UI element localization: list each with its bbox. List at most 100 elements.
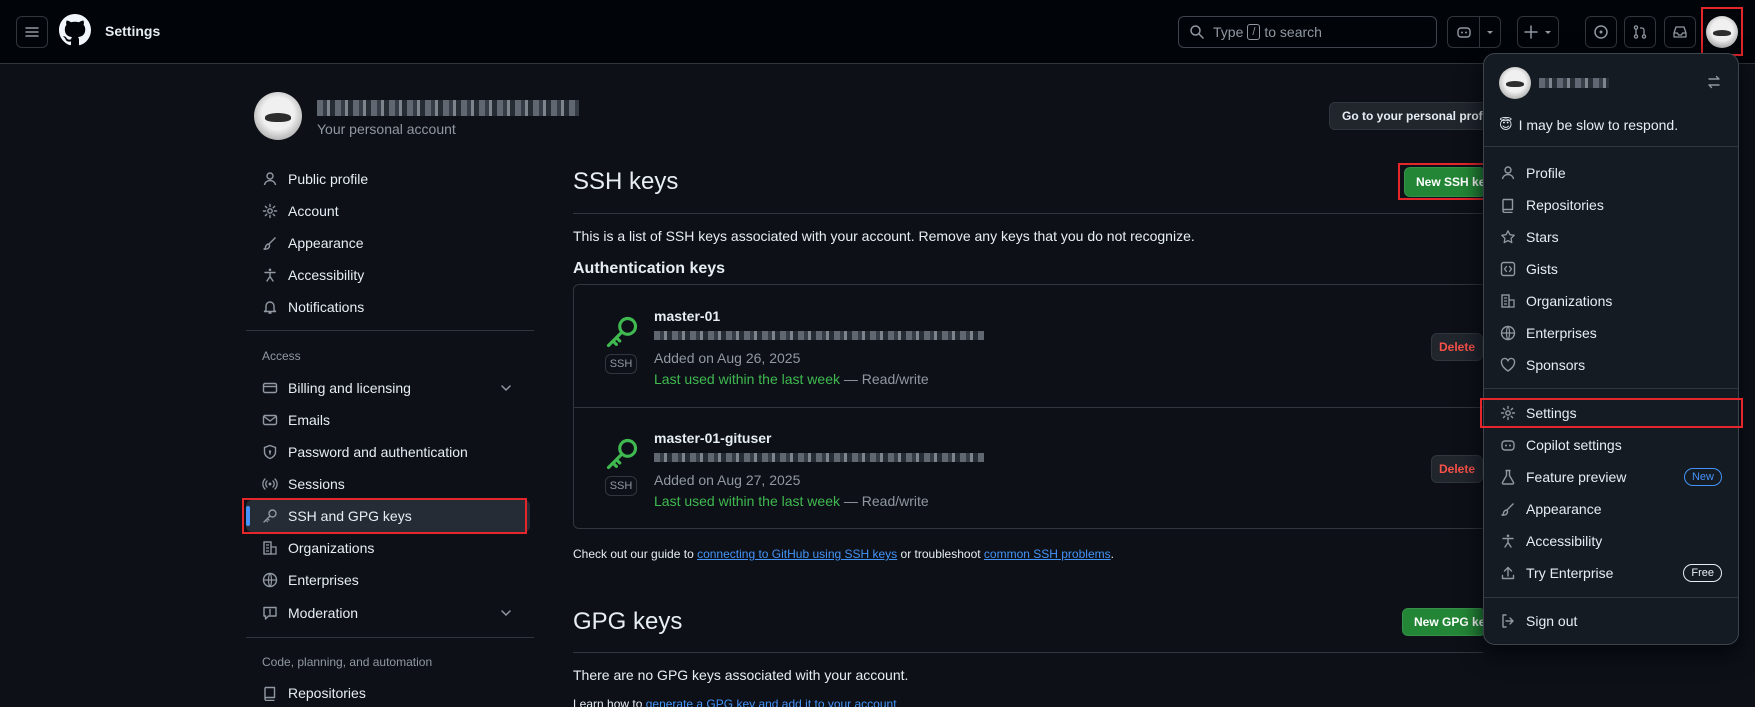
menu-item-label: Try Enterprise	[1526, 565, 1614, 581]
access-level-text: — Read/write	[840, 371, 929, 387]
arrow-switch-icon	[1708, 75, 1720, 89]
ssh-key-added-date: Added on Aug 26, 2025	[654, 350, 801, 366]
sidebar-item-account[interactable]: Account	[246, 195, 530, 227]
menu-item-profile[interactable]: Profile	[1492, 157, 1730, 189]
code-square-icon	[1500, 261, 1516, 277]
key-icon	[263, 509, 277, 523]
ssh-key-name: master-01-gituser	[654, 430, 772, 446]
user-status[interactable]: 😇 I may be slow to respond.	[1499, 117, 1678, 133]
upload-icon	[1501, 566, 1515, 580]
access-level-text: — Read/write	[840, 493, 929, 509]
sidebar-item-billing-and-licensing[interactable]: Billing and licensing	[246, 372, 530, 404]
menu-item-settings[interactable]: Settings	[1492, 397, 1730, 429]
menu-item-enterprises[interactable]: Enterprises	[1492, 317, 1730, 349]
menu-item-try-enterprise[interactable]: Try Enterprise Free	[1492, 557, 1730, 589]
sidebar-item-moderation[interactable]: Moderation	[246, 597, 530, 629]
menu-item-organizations[interactable]: Organizations	[1492, 285, 1730, 317]
hamburger-menu-button[interactable]	[16, 16, 48, 48]
chevron-down-icon	[501, 610, 511, 617]
sidebar-item-label: Enterprises	[288, 572, 359, 588]
sidebar-item-public-profile[interactable]: Public profile	[246, 163, 530, 195]
sidebar-item-label: Repositories	[288, 685, 366, 701]
credit-card-icon	[262, 382, 278, 394]
menu-item-label: Organizations	[1526, 293, 1613, 309]
sidebar-item-password-and-authentication[interactable]: Password and authentication	[246, 436, 530, 468]
accessibility-icon	[264, 268, 276, 282]
go-to-profile-button[interactable]: Go to your personal profile	[1329, 102, 1489, 130]
sidebar-item-enterprises[interactable]: Enterprises	[246, 564, 530, 596]
sidebar-item-repositories[interactable]: Repositories	[246, 677, 530, 707]
delete-key-button[interactable]: Delete	[1431, 333, 1483, 361]
beaker-icon	[1501, 469, 1515, 485]
guide-prefix: Check out our guide to	[573, 547, 698, 561]
menu-item-gists[interactable]: Gists	[1492, 253, 1730, 285]
ssh-type-badge: SSH	[605, 354, 637, 374]
menu-item-sign-out[interactable]: Sign out	[1492, 605, 1730, 637]
copilot-button[interactable]	[1447, 16, 1480, 48]
switch-account-button[interactable]	[1706, 74, 1722, 90]
menu-item-repositories[interactable]: Repositories	[1492, 189, 1730, 221]
menu-item-label: Stars	[1526, 229, 1559, 245]
sidebar-section-code: Code, planning, and automation	[262, 655, 433, 669]
sidebar-item-appearance[interactable]: Appearance	[246, 227, 530, 259]
sidebar-item-accessibility[interactable]: Accessibility	[246, 259, 530, 291]
sidebar-item-label: Notifications	[288, 299, 365, 315]
shield-lock-icon	[263, 444, 277, 460]
menu-item-label: Accessibility	[1526, 533, 1603, 549]
menu-item-label: Enterprises	[1526, 325, 1597, 341]
ssh-key-divider	[574, 407, 1492, 408]
sidebar-item-notifications[interactable]: Notifications	[246, 291, 530, 323]
ssh-description: This is a list of SSH keys associated wi…	[573, 228, 1195, 244]
sidebar-item-label: Organizations	[288, 540, 375, 556]
plus-icon	[1524, 25, 1538, 39]
copilot-icon	[1501, 440, 1515, 451]
sidebar-item-emails[interactable]: Emails	[246, 404, 530, 436]
gear-icon	[262, 203, 278, 219]
person-icon	[1501, 166, 1515, 180]
pull-requests-button[interactable]	[1624, 16, 1656, 48]
menu-item-sponsors[interactable]: Sponsors	[1492, 349, 1730, 381]
common-ssh-problems-link[interactable]: common SSH problems	[984, 547, 1111, 561]
search-prefix: Type	[1213, 24, 1244, 40]
sidebar-item-sessions[interactable]: Sessions	[246, 468, 530, 500]
copilot-dropdown-button[interactable]	[1479, 16, 1501, 48]
menu-item-copilot-settings[interactable]: Copilot settings	[1492, 429, 1730, 461]
inbox-button[interactable]	[1664, 16, 1696, 48]
menu-item-accessibility[interactable]: Accessibility	[1492, 525, 1730, 557]
inbox-icon	[1673, 26, 1687, 38]
menu-item-appearance[interactable]: Appearance	[1492, 493, 1730, 525]
user-avatar-button[interactable]	[1706, 16, 1738, 48]
connecting-ssh-link[interactable]: connecting to GitHub using SSH keys	[697, 547, 897, 561]
sidebar-item-organizations[interactable]: Organizations	[246, 532, 530, 564]
sidebar-divider	[246, 330, 534, 331]
key-icon	[606, 316, 638, 348]
menu-item-feature-preview[interactable]: Feature preview New	[1492, 461, 1730, 493]
triangle-down-icon	[1545, 31, 1551, 34]
menu-item-label: Profile	[1526, 165, 1566, 181]
new-ssh-key-button[interactable]: New SSH key	[1404, 167, 1486, 197]
repo-icon	[1502, 198, 1514, 213]
menu-divider-1	[1484, 146, 1738, 147]
ssh-keys-title: SSH keys	[573, 168, 679, 195]
github-logo-icon[interactable]	[59, 14, 91, 46]
generate-gpg-key-link[interactable]: generate a GPG key and add it to your ac…	[646, 697, 897, 707]
key-icon	[606, 438, 638, 470]
hamburger-icon	[25, 27, 39, 37]
triangle-down-icon	[1487, 31, 1493, 34]
sidebar-item-label: Appearance	[288, 235, 364, 251]
ssh-title-divider	[573, 213, 1483, 214]
ssh-key-usage: Last used within the last week — Read/wr…	[654, 371, 929, 387]
search-input[interactable]: Type / to search	[1178, 16, 1437, 48]
git-pull-request-icon	[1633, 25, 1647, 39]
globe-icon	[1500, 325, 1516, 341]
delete-key-button[interactable]: Delete	[1431, 455, 1483, 483]
new-gpg-key-button[interactable]: New GPG key	[1402, 608, 1486, 636]
sidebar-item-ssh-and-gpg-keys[interactable]: SSH and GPG keys	[246, 500, 530, 532]
user-menu-dropdown: 😇 I may be slow to respond. Profile Repos…	[1483, 53, 1739, 645]
issues-button[interactable]	[1585, 16, 1617, 48]
menu-item-stars[interactable]: Stars	[1492, 221, 1730, 253]
sidebar-item-label: Moderation	[288, 605, 359, 621]
gpg-description: There are no GPG keys associated with yo…	[573, 667, 909, 683]
page-title[interactable]: Settings	[105, 23, 160, 39]
create-new-button[interactable]	[1517, 16, 1559, 48]
